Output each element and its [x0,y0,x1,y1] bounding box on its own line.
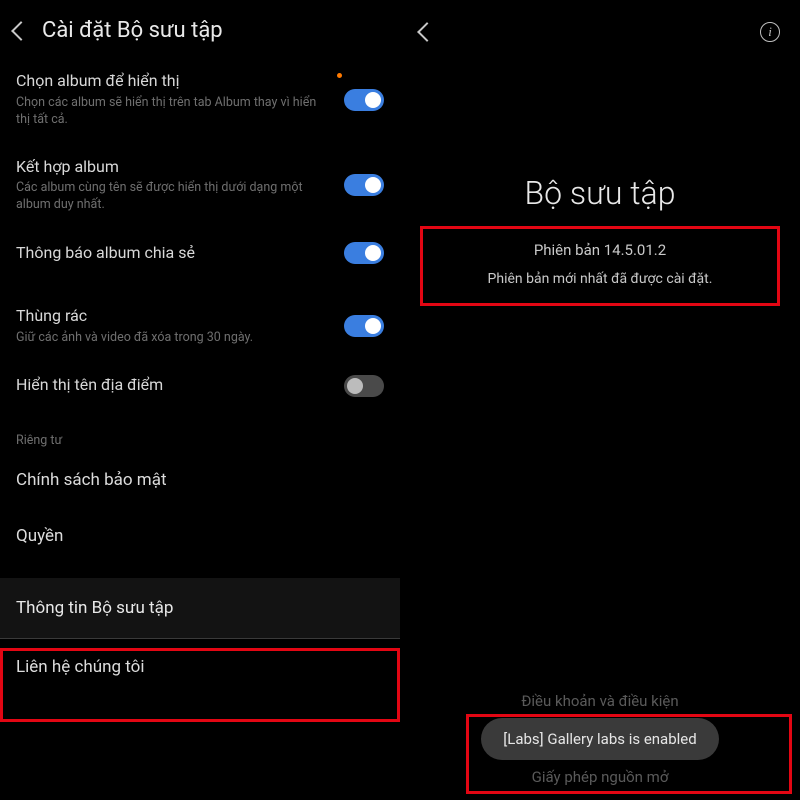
bottom-links: Điều khoản và điều kiện [Labs] Gallery l… [400,692,800,786]
toggle-merge-albums[interactable] [344,174,384,196]
back-icon[interactable] [11,21,31,41]
setting-location-names[interactable]: Hiển thị tên địa điểm [0,361,400,411]
app-name: Bộ sưu tập [400,174,800,212]
header: i [400,0,800,64]
settings-pane: Cài đặt Bộ sưu tập Chọn album để hiển th… [0,0,400,800]
setting-trash[interactable]: Thùng rác Giữ các ảnh và video đã xóa tr… [0,292,400,361]
link-privacy-policy[interactable]: Chính sách bảo mật [0,452,400,508]
divider [0,411,400,425]
setting-label: Hiển thị tên địa điểm [16,375,332,396]
toggle-choose-albums[interactable] [344,89,384,111]
link-terms[interactable]: Điều khoản và điều kiện [521,692,678,710]
toggle-location-names[interactable] [344,375,384,397]
settings-list: Chọn album để hiển thị Chọn các album sẽ… [0,57,400,695]
about-pane: i Bộ sưu tập Phiên bản 14.5.01.2 Phiên b… [400,0,800,800]
back-icon[interactable] [417,22,437,42]
setting-sub: Giữ các ảnh và video đã xóa trong 30 ngà… [16,330,332,347]
section-privacy: Riêng tư [0,425,400,452]
latest-text: Phiên bản mới nhất đã được cài đặt. [429,271,771,287]
link-contact-us[interactable]: Liên hệ chúng tôi [0,639,400,695]
setting-merge-albums[interactable]: Kết hợp album Các album cùng tên sẽ được… [0,143,400,229]
setting-share-notify[interactable]: Thông báo album chia sẻ [0,228,400,278]
version-highlight: Phiên bản 14.5.01.2 Phiên bản mới nhất đ… [420,226,780,306]
setting-label: Thùng rác [16,306,332,327]
version-text: Phiên bản 14.5.01.2 [429,241,771,259]
setting-label: Thông báo album chia sẻ [16,243,332,264]
toggle-trash[interactable] [344,315,384,337]
setting-label: Kết hợp album [16,157,332,178]
setting-choose-albums[interactable]: Chọn album để hiển thị Chọn các album sẽ… [0,57,400,143]
page-title: Cài đặt Bộ sưu tập [42,18,223,43]
link-open-source[interactable]: Giấy phép nguồn mở [532,768,669,786]
info-icon[interactable]: i [760,22,780,42]
setting-label: Chọn album để hiển thị [16,71,332,92]
link-about-gallery[interactable]: Thông tin Bộ sưu tập [0,578,400,639]
setting-sub: Các album cùng tên sẽ được hiển thị dưới… [16,180,332,214]
divider [0,564,400,578]
link-permissions[interactable]: Quyền [0,508,400,564]
header: Cài đặt Bộ sưu tập [0,0,400,57]
setting-sub: Chọn các album sẽ hiển thị trên tab Albu… [16,95,332,129]
toggle-share-notify[interactable] [344,242,384,264]
divider [0,278,400,292]
toast-message: [Labs] Gallery labs is enabled [481,718,718,760]
